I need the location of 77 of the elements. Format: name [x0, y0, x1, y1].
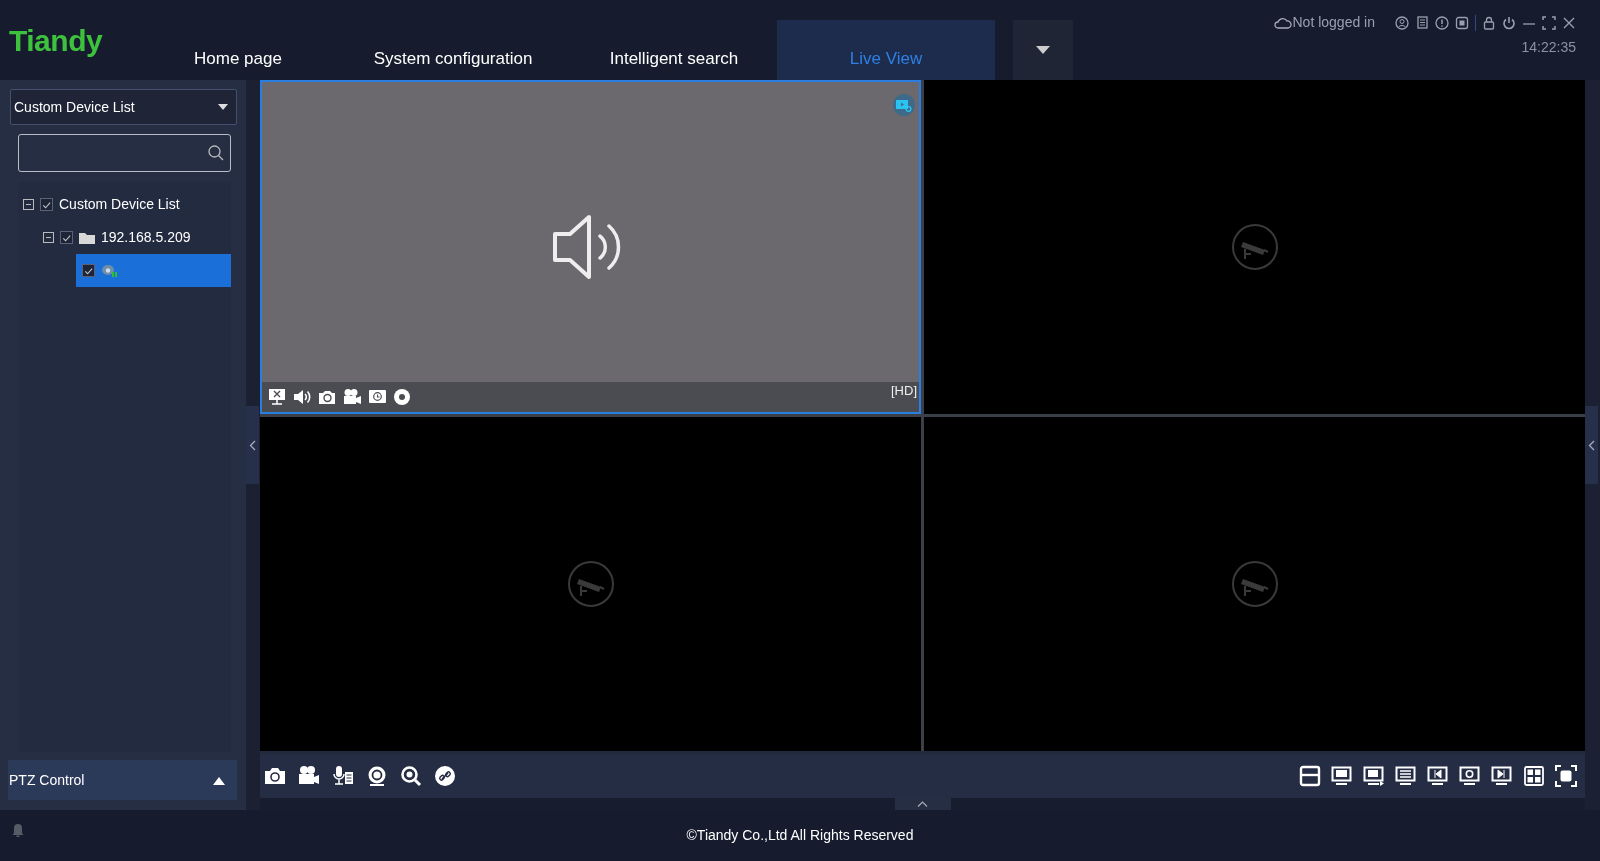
- bell-icon[interactable]: [12, 823, 24, 837]
- zoom-in-icon: [400, 765, 422, 788]
- maximize-icon[interactable]: [1542, 15, 1556, 30]
- stream-quality-label: [HD]: [891, 381, 917, 400]
- dropdown-value: Custom Device List: [14, 97, 135, 117]
- video-camera-icon[interactable]: [343, 388, 362, 407]
- linked-video-icon[interactable]: [893, 94, 915, 116]
- checkbox[interactable]: [40, 198, 53, 211]
- monitor-play-icon: [1363, 765, 1385, 788]
- close-icon[interactable]: [1562, 15, 1576, 30]
- monitor-next-icon: [1491, 765, 1513, 788]
- collapse-handle[interactable]: [1585, 406, 1598, 484]
- caret-icon: [218, 103, 228, 111]
- alert-icon[interactable]: [1435, 15, 1449, 30]
- monitor-list-button[interactable]: [1395, 765, 1417, 788]
- search-field[interactable]: [18, 134, 231, 172]
- lock-icon[interactable]: [1482, 15, 1496, 30]
- link-button[interactable]: [434, 765, 456, 788]
- tree-item[interactable]: 192.168.5.209: [18, 221, 231, 254]
- monitor-previous-icon: [1427, 765, 1449, 788]
- volume-icon[interactable]: [293, 388, 312, 407]
- monitor-icon: [1331, 765, 1353, 788]
- camera-placeholder-icon: [1230, 223, 1279, 271]
- fullscreen-icon: [1555, 765, 1577, 788]
- monitor-refresh-icon: [1459, 765, 1481, 788]
- monitor-play-button[interactable]: [1363, 765, 1385, 788]
- tree-label: Custom Device List: [59, 195, 180, 214]
- device-list-dropdown[interactable]: Custom Device List: [10, 89, 237, 125]
- nav-tab[interactable]: Home page: [163, 20, 313, 80]
- folder-icon: [79, 231, 95, 244]
- copyright-text: ©Tiandy Co.,Ltd All Rights Reserved: [686, 826, 914, 845]
- collapse-handle[interactable]: [246, 406, 259, 484]
- logo: Tiandy: [8, 23, 104, 59]
- collapse-toggle[interactable]: [23, 199, 34, 210]
- monitor-next-button[interactable]: [1491, 765, 1513, 788]
- webcam-icon: [366, 765, 388, 788]
- tree-label: 192.168.5.209: [101, 228, 191, 247]
- user-icon[interactable]: [1395, 15, 1409, 30]
- cloud-icon: [1274, 16, 1293, 29]
- document-icon[interactable]: [1415, 15, 1429, 30]
- camera-icon: [101, 263, 119, 278]
- link-icon: [434, 765, 456, 788]
- nav-tab[interactable]: Live View: [777, 20, 995, 80]
- record-icon[interactable]: [393, 388, 412, 407]
- camera-icon[interactable]: [318, 388, 337, 407]
- login-status[interactable]: Not logged in: [1292, 12, 1375, 33]
- microphone-icon: [332, 765, 354, 788]
- save-icon: [1299, 765, 1321, 788]
- collapse-toggle[interactable]: [43, 232, 54, 243]
- checkbox[interactable]: [82, 264, 95, 277]
- monitor-list-icon: [1395, 765, 1417, 788]
- power-icon[interactable]: [1502, 15, 1516, 30]
- nav-tab[interactable]: Intelligent search: [599, 20, 749, 80]
- tree-item[interactable]: Custom Device List: [18, 188, 231, 221]
- camera-placeholder-icon: [1230, 560, 1279, 609]
- search-icon[interactable]: [208, 145, 224, 161]
- save-button[interactable]: [1299, 765, 1321, 788]
- camera-placeholder-icon: [566, 560, 615, 609]
- fullscreen-button[interactable]: [1555, 765, 1577, 788]
- grid-layout-icon: [1523, 765, 1545, 788]
- expand-toolbar-handle[interactable]: [894, 798, 951, 810]
- monitor-previous-button[interactable]: [1427, 765, 1449, 788]
- webcam-button[interactable]: [366, 765, 388, 788]
- checkbox[interactable]: [60, 231, 73, 244]
- stop-icon[interactable]: [1455, 15, 1469, 30]
- monitor-button[interactable]: [1331, 765, 1353, 788]
- microphone-button[interactable]: [332, 765, 354, 788]
- stop-preview-icon[interactable]: [268, 388, 287, 407]
- video-pane[interactable]: [HD]: [260, 80, 921, 415]
- caret-icon: [1036, 45, 1050, 55]
- ptz-panel-header[interactable]: PTZ Control: [8, 760, 237, 800]
- zoom-in-button[interactable]: [400, 765, 422, 788]
- monitor-refresh-button[interactable]: [1459, 765, 1481, 788]
- caret-icon: [213, 775, 225, 785]
- grid-layout-button[interactable]: [1523, 765, 1545, 788]
- nav-tab[interactable]: System configuration: [313, 20, 593, 80]
- clock-time: 14:22:35: [1521, 38, 1576, 57]
